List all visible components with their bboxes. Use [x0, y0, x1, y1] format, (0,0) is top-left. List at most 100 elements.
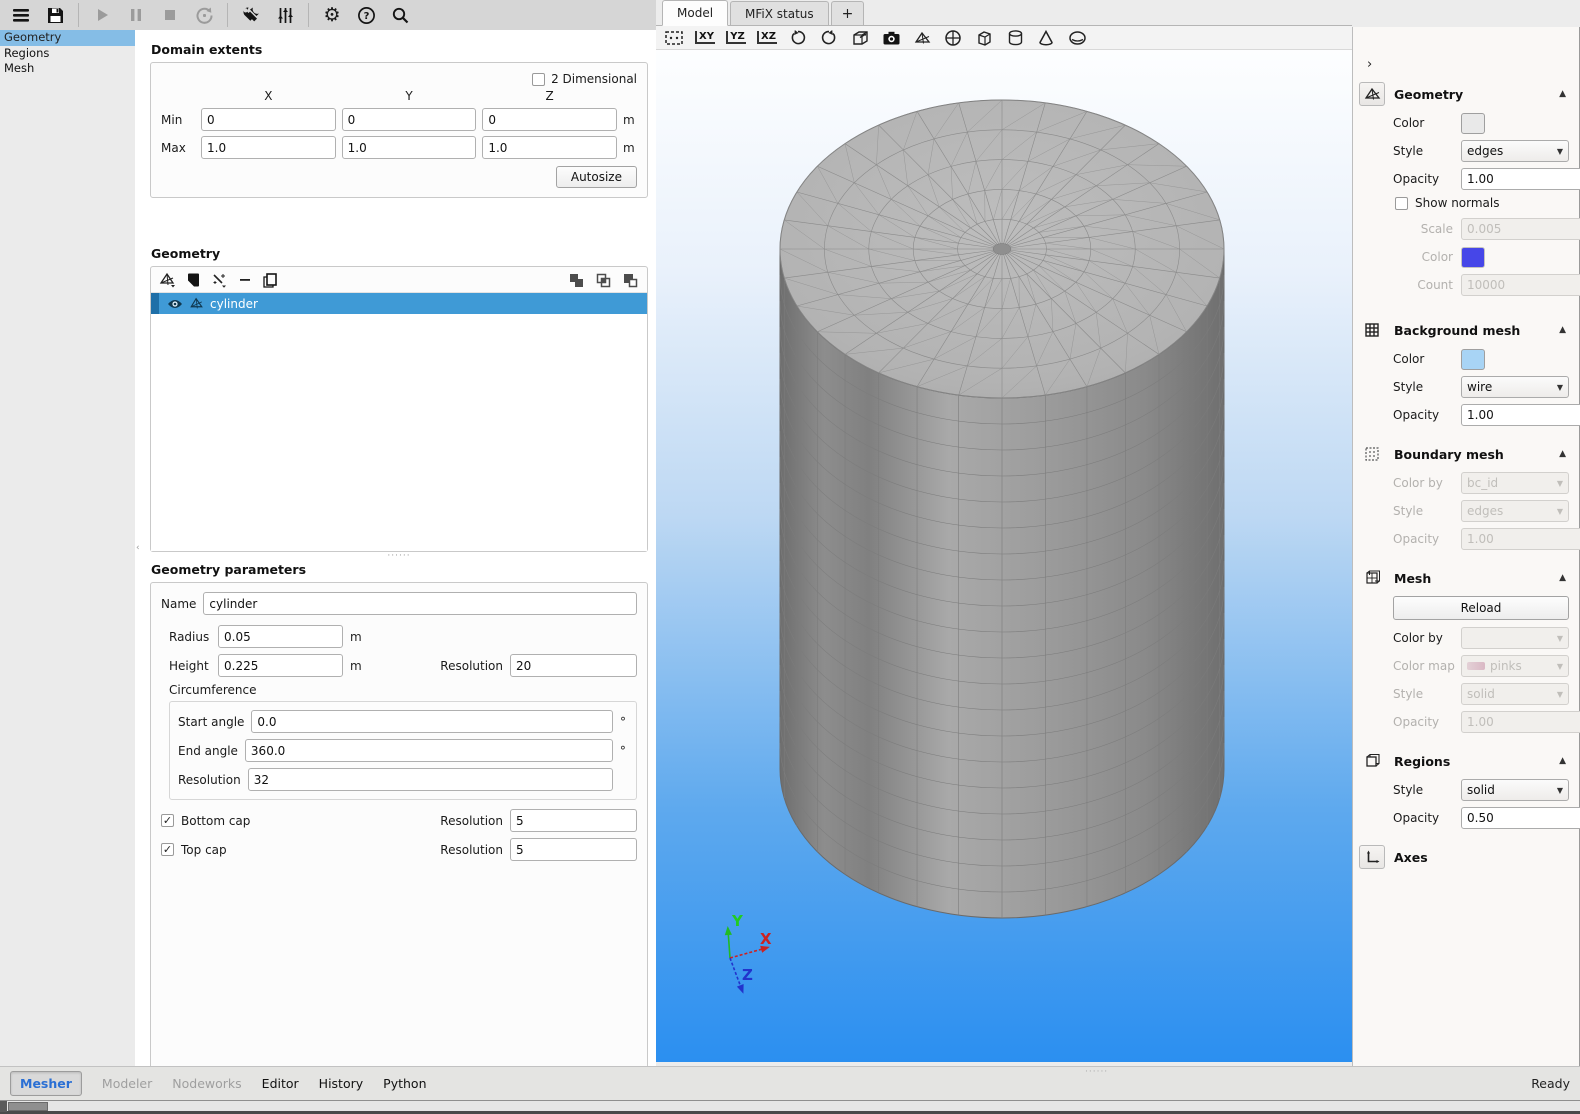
- regions-opacity-spinbox[interactable]: ▲▼: [1461, 807, 1580, 829]
- help-icon[interactable]: ?: [349, 1, 383, 29]
- toggle-sphere-icon[interactable]: [942, 28, 964, 48]
- toggle-visibility-icon[interactable]: [1066, 28, 1088, 48]
- stop-icon[interactable]: [153, 1, 187, 29]
- settings-gear-icon[interactable]: ⚙: [315, 1, 349, 29]
- reload-mesh-button[interactable]: Reload: [1393, 596, 1569, 620]
- run-icon[interactable]: [85, 1, 119, 29]
- mode-python[interactable]: Python: [383, 1076, 426, 1091]
- collapse-caret-icon[interactable]: ▲: [1559, 89, 1569, 99]
- toggle-cylinder-icon[interactable]: [1004, 28, 1026, 48]
- tab-model[interactable]: Model: [662, 0, 728, 26]
- xmin-input[interactable]: [201, 108, 336, 131]
- collapse-caret-icon[interactable]: ▲: [1559, 325, 1569, 335]
- collapse-caret-icon[interactable]: ▲: [1559, 449, 1569, 459]
- height-resolution-input[interactable]: [510, 654, 637, 677]
- save-icon[interactable]: [38, 1, 72, 29]
- view-xz-icon[interactable]: XZ: [756, 28, 778, 48]
- circ-resolution-input[interactable]: [248, 768, 613, 791]
- axes-section-icon[interactable]: [1359, 845, 1385, 869]
- toggle-cone-icon[interactable]: [1035, 28, 1057, 48]
- screenshot-camera-icon[interactable]: [880, 28, 902, 48]
- regions-style-dropdown[interactable]: solid▼: [1461, 779, 1569, 801]
- mode-history[interactable]: History: [319, 1076, 363, 1091]
- boundary-mesh-section-icon[interactable]: [1359, 442, 1385, 466]
- reset-view-icon[interactable]: [663, 28, 685, 48]
- xmax-input[interactable]: [201, 136, 336, 159]
- regions-section-icon[interactable]: [1359, 749, 1385, 773]
- background-mesh-opacity-spinbox[interactable]: ▲▼: [1461, 404, 1580, 426]
- pause-icon[interactable]: [119, 1, 153, 29]
- remove-geometry-icon[interactable]: [238, 272, 252, 288]
- tab-add-button[interactable]: +: [831, 1, 865, 25]
- mode-mesher[interactable]: Mesher: [10, 1071, 82, 1096]
- console-splitter-handle[interactable]: ······: [1085, 1067, 1108, 1077]
- background-mesh-section-icon[interactable]: [1359, 318, 1385, 342]
- menu-icon[interactable]: [4, 1, 38, 29]
- pane-collapse-chevron[interactable]: ‹: [136, 543, 140, 553]
- height-input[interactable]: [218, 654, 343, 677]
- top-cap-checkbox[interactable]: [161, 843, 174, 856]
- add-implicit-icon[interactable]: [186, 272, 201, 288]
- render-canvas[interactable]: YXZ: [656, 50, 1352, 1062]
- top-cap-resolution-input[interactable]: [510, 838, 637, 861]
- end-angle-input[interactable]: [245, 739, 613, 762]
- mesh-opacity-spinbox[interactable]: ▲▼: [1461, 711, 1580, 733]
- build-wrench-icon[interactable]: [234, 1, 268, 29]
- bottom-cap-resolution-input[interactable]: [510, 809, 637, 832]
- zmin-input[interactable]: [482, 108, 617, 131]
- background-mesh-style-dropdown[interactable]: wire▼: [1461, 376, 1569, 398]
- radius-input[interactable]: [218, 625, 343, 648]
- geometry-item-cylinder[interactable]: cylinder: [151, 293, 647, 314]
- geometry-style-dropdown[interactable]: edges▼: [1461, 140, 1569, 162]
- boundary-mesh-style-dropdown[interactable]: edges▼: [1461, 500, 1569, 522]
- perspective-icon[interactable]: [849, 28, 871, 48]
- boolean-intersect-icon[interactable]: [595, 272, 612, 288]
- boundary-mesh-color-by-dropdown[interactable]: bc_id▼: [1461, 472, 1569, 494]
- collapse-caret-icon[interactable]: ▲: [1559, 573, 1569, 583]
- mesh-color-map-dropdown[interactable]: pinks▼: [1461, 655, 1569, 677]
- ymax-input[interactable]: [342, 136, 477, 159]
- toggle-cube-icon[interactable]: [973, 28, 995, 48]
- tab-mfix-status[interactable]: MFiX status: [730, 1, 829, 25]
- start-angle-input[interactable]: [251, 710, 613, 733]
- mesh-color-by-dropdown[interactable]: ▼: [1461, 627, 1569, 649]
- panel-collapse-chevron[interactable]: ›: [1367, 57, 1383, 72]
- sidebar-item-mesh[interactable]: Mesh: [0, 61, 135, 77]
- view-xy-icon[interactable]: XY: [694, 28, 716, 48]
- reset-icon[interactable]: [187, 1, 221, 29]
- add-geometry-icon[interactable]: [159, 272, 176, 288]
- sidebar-item-geometry[interactable]: Geometry: [0, 30, 135, 46]
- view-yz-icon[interactable]: YZ: [725, 28, 747, 48]
- filter-wand-icon[interactable]: [211, 272, 228, 288]
- search-icon[interactable]: [383, 1, 417, 29]
- background-mesh-color-swatch[interactable]: [1461, 349, 1485, 370]
- geometry-color-swatch[interactable]: [1461, 113, 1485, 134]
- geometry-section-icon[interactable]: [1359, 82, 1385, 106]
- sidebar-item-regions[interactable]: Regions: [0, 46, 135, 62]
- mode-editor[interactable]: Editor: [262, 1076, 299, 1091]
- toggle-geometry-icon[interactable]: [911, 28, 933, 48]
- parameters-sliders-icon[interactable]: [268, 1, 302, 29]
- mesh-section-icon[interactable]: [1359, 566, 1385, 590]
- zmax-input[interactable]: [482, 136, 617, 159]
- rotate-left-icon[interactable]: [787, 28, 809, 48]
- boolean-union-icon[interactable]: [568, 272, 585, 288]
- two-dimensional-checkbox[interactable]: [532, 73, 545, 86]
- boundary-mesh-opacity-spinbox[interactable]: ▲▼: [1461, 528, 1580, 550]
- normals-count-input[interactable]: [1461, 274, 1580, 296]
- scrollbar-thumb[interactable]: [8, 1102, 48, 1111]
- name-input[interactable]: [203, 592, 637, 615]
- mode-modeler[interactable]: Modeler: [102, 1076, 152, 1091]
- normals-color-swatch[interactable]: [1461, 247, 1485, 268]
- visibility-eye-icon[interactable]: [167, 298, 183, 310]
- mesh-style-dropdown[interactable]: solid▼: [1461, 683, 1569, 705]
- ymin-input[interactable]: [342, 108, 477, 131]
- bottom-cap-checkbox[interactable]: [161, 814, 174, 827]
- rotate-right-icon[interactable]: [818, 28, 840, 48]
- panel-splitter-handle[interactable]: ······: [150, 552, 648, 562]
- show-normals-checkbox[interactable]: [1395, 197, 1408, 210]
- normals-scale-input[interactable]: [1461, 218, 1580, 240]
- geometry-opacity-spinbox[interactable]: ▲▼: [1461, 168, 1580, 190]
- mode-nodeworks[interactable]: Nodeworks: [172, 1076, 241, 1091]
- copy-geometry-icon[interactable]: [262, 272, 278, 288]
